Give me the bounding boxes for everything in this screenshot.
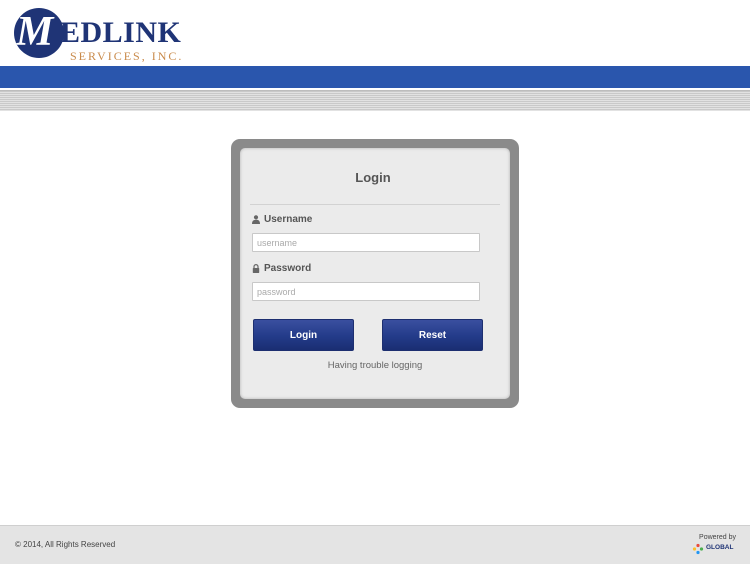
login-title: Login	[355, 170, 391, 185]
username-input[interactable]	[252, 233, 480, 252]
header: M EDLINK SERVICES, INC.	[0, 0, 750, 66]
medlink-logo[interactable]: M EDLINK SERVICES, INC.	[14, 8, 194, 64]
username-label-row: Username	[252, 214, 312, 225]
global-logo[interactable]: GLOBAL	[692, 543, 736, 559]
title-divider	[250, 204, 500, 205]
login-panel: Login Username Password Login Reset Havi…	[231, 139, 519, 408]
reset-button[interactable]: Reset	[382, 319, 483, 351]
login-form: Login Username Password Login Reset Havi…	[240, 148, 510, 399]
password-label-row: Password	[252, 263, 311, 274]
header-blue-bar	[0, 66, 750, 88]
global-logo-icon	[692, 543, 704, 555]
lock-icon	[252, 264, 260, 273]
global-logo-text: GLOBAL	[706, 544, 734, 551]
footer: © 2014, All Rights Reserved Powered by G…	[0, 525, 750, 564]
user-icon	[252, 215, 260, 224]
header-stripe-bar	[0, 90, 750, 111]
copyright-text: © 2014, All Rights Reserved	[15, 540, 116, 549]
password-label: Password	[264, 263, 312, 274]
powered-by-text: Powered by	[699, 534, 736, 541]
logo-subtitle: SERVICES, INC.	[70, 49, 184, 63]
logo-emblem: M	[14, 8, 64, 58]
login-button[interactable]: Login	[253, 319, 354, 351]
logo-wordmark: EDLINK	[60, 16, 182, 49]
trouble-logging-link[interactable]: Having trouble logging	[240, 360, 510, 371]
password-input[interactable]	[252, 282, 480, 301]
logo-letter: M	[16, 9, 53, 55]
username-label: Username	[264, 214, 313, 225]
